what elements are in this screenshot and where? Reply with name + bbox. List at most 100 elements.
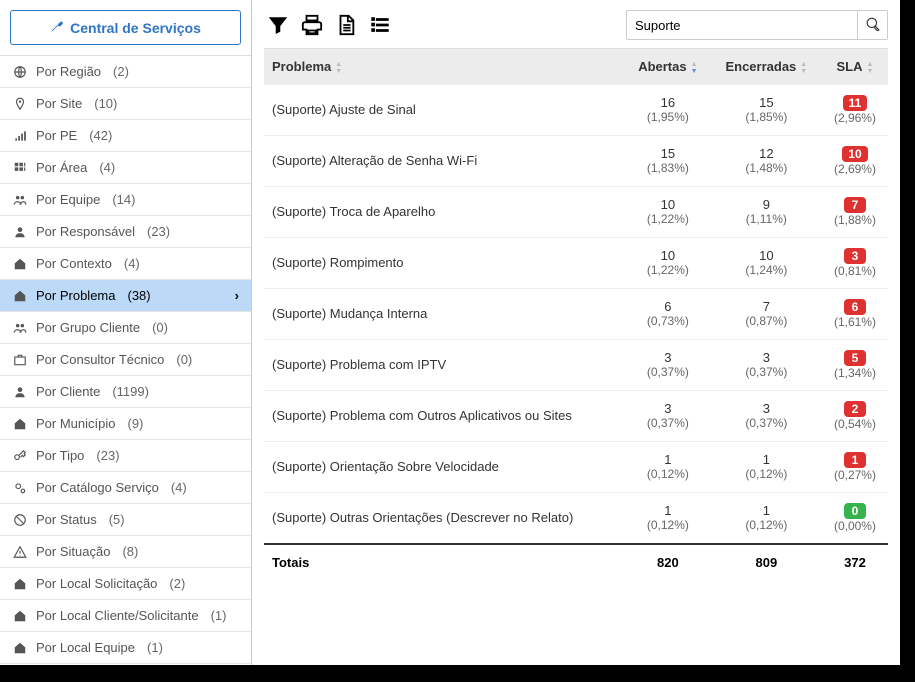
sidebar-item-count: (4)	[124, 256, 140, 271]
sidebar-item-por-pe[interactable]: Por PE(42)	[0, 120, 251, 152]
table-row[interactable]: (Suporte) Ajuste de Sinal16(1,95%)15(1,8…	[264, 85, 888, 136]
sidebar-item-por-site[interactable]: Por Site(10)	[0, 88, 251, 120]
sla-badge: 6	[844, 299, 866, 315]
cell-encerradas: 7(0,87%)	[711, 288, 822, 339]
block-icon	[12, 513, 28, 527]
sidebar-item-count: (23)	[147, 224, 170, 239]
col-sla[interactable]: SLA	[822, 49, 888, 85]
grid-icon	[12, 161, 28, 175]
user-icon	[12, 385, 28, 399]
table-scroll[interactable]: Problema Abertas Encerradas SLA (Suporte…	[264, 48, 888, 665]
cell-encerradas: 3(0,37%)	[711, 390, 822, 441]
cell-sla: 0(0,00%)	[822, 492, 888, 544]
search-button[interactable]	[857, 11, 887, 39]
cell-abertas: 1(0,12%)	[625, 441, 711, 492]
sidebar-item-por-local-cliente-solicitante[interactable]: Por Local Cliente/Solicitante (1)	[0, 600, 251, 632]
table-row[interactable]: (Suporte) Outras Orientações (Descrever …	[264, 492, 888, 544]
totals-label: Totais	[264, 544, 625, 580]
totals-row: Totais 820 809 372	[264, 544, 888, 580]
sidebar-item-por-contexto[interactable]: Por Contexto(4)	[0, 248, 251, 280]
col-abertas[interactable]: Abertas	[625, 49, 711, 85]
sidebar-item-por-situa-o[interactable]: Por Situação(8)	[0, 536, 251, 568]
sidebar-item-label: Por Tipo	[36, 448, 84, 463]
table-row[interactable]: (Suporte) Rompimento10(1,22%)10(1,24%)3(…	[264, 237, 888, 288]
main-panel: Problema Abertas Encerradas SLA (Suporte…	[252, 0, 900, 665]
sidebar-item-label: Por Local Cliente/Solicitante	[36, 608, 199, 623]
table-row[interactable]: (Suporte) Mudança Interna6(0,73%)7(0,87%…	[264, 288, 888, 339]
sidebar-item-por-respons-vel[interactable]: Por Responsável (23)	[0, 216, 251, 248]
home-icon	[12, 289, 28, 303]
sidebar-item-por-rea[interactable]: Por Área(4)	[0, 152, 251, 184]
sidebar-header-button[interactable]: Central de Serviços	[10, 10, 241, 45]
cell-sla: 2(0,54%)	[822, 390, 888, 441]
print-button[interactable]	[298, 11, 326, 39]
sla-badge: 1	[844, 452, 866, 468]
cell-problema: (Suporte) Orientação Sobre Velocidade	[264, 441, 625, 492]
sidebar-item-por-tipo[interactable]: Por Tipo(23)	[0, 440, 251, 472]
sidebar-item-por-status[interactable]: Por Status (5)	[0, 504, 251, 536]
sidebar-item-count: (4)	[99, 160, 115, 175]
sidebar-item-count: (1)	[147, 640, 163, 655]
sidebar-item-por-regi-o[interactable]: Por Região(2)	[0, 56, 251, 88]
search-input[interactable]	[627, 11, 857, 39]
cell-abertas: 16(1,95%)	[625, 85, 711, 136]
document-button[interactable]	[332, 11, 360, 39]
sidebar-item-por-local-equipe[interactable]: Por Local Equipe (1)	[0, 632, 251, 664]
sidebar-item-label: Por Local Solicitação	[36, 576, 157, 591]
sidebar-item-label: Por Responsável	[36, 224, 135, 239]
sidebar-item-count: (4)	[171, 480, 187, 495]
sidebar-item-por-equipe[interactable]: Por Equipe(14)	[0, 184, 251, 216]
table-row[interactable]: (Suporte) Problema com IPTV3(0,37%)3(0,3…	[264, 339, 888, 390]
sidebar-item-count: (1)	[211, 608, 227, 623]
search-box	[626, 10, 888, 40]
sidebar: Central de Serviços Por Região(2)Por Sit…	[0, 0, 252, 665]
sidebar-item-count: (2)	[113, 64, 129, 79]
sidebar-item-por-grupo-cliente[interactable]: Por Grupo Cliente(0)	[0, 312, 251, 344]
cell-problema: (Suporte) Mudança Interna	[264, 288, 625, 339]
cell-problema: (Suporte) Problema com Outros Aplicativo…	[264, 390, 625, 441]
sidebar-item-label: Por Status	[36, 512, 97, 527]
sidebar-item-por-cliente[interactable]: Por Cliente(1199)	[0, 376, 251, 408]
table-row[interactable]: (Suporte) Problema com Outros Aplicativo…	[264, 390, 888, 441]
sidebar-item-label: Por PE	[36, 128, 77, 143]
sidebar-item-por-munic-pio[interactable]: Por Município(9)	[0, 408, 251, 440]
sla-badge: 11	[843, 95, 868, 111]
sidebar-scroll[interactable]: Por Região(2)Por Site(10)Por PE(42)Por Á…	[0, 55, 251, 665]
table-row[interactable]: (Suporte) Troca de Aparelho10(1,22%)9(1,…	[264, 186, 888, 237]
sla-badge: 0	[844, 503, 866, 519]
cell-abertas: 3(0,37%)	[625, 390, 711, 441]
sla-badge: 3	[844, 248, 866, 264]
list-button[interactable]	[366, 11, 394, 39]
sidebar-item-count: (5)	[109, 512, 125, 527]
filter-button[interactable]	[264, 11, 292, 39]
sidebar-item-por-problema[interactable]: Por Problema(38)›	[0, 280, 251, 312]
sidebar-item-label: Por Município	[36, 416, 115, 431]
cell-sla: 11(2,96%)	[822, 85, 888, 136]
home-icon	[12, 609, 28, 623]
cell-problema: (Suporte) Troca de Aparelho	[264, 186, 625, 237]
chevron-right-icon: ›	[235, 288, 239, 303]
sidebar-item-label: Por Local Equipe	[36, 640, 135, 655]
cell-encerradas: 3(0,37%)	[711, 339, 822, 390]
sidebar-item-por-consultor-t-cnico[interactable]: Por Consultor Técnico(0)	[0, 344, 251, 376]
col-encerradas[interactable]: Encerradas	[711, 49, 822, 85]
sidebar-item-count: (0)	[176, 352, 192, 367]
cell-sla: 5(1,34%)	[822, 339, 888, 390]
cell-problema: (Suporte) Alteração de Senha Wi-Fi	[264, 135, 625, 186]
sidebar-item-por-cat-logo-servi-o[interactable]: Por Catálogo Serviço(4)	[0, 472, 251, 504]
cell-sla: 6(1,61%)	[822, 288, 888, 339]
home-icon	[12, 641, 28, 655]
totals-abertas: 820	[625, 544, 711, 580]
sidebar-item-label: Por Situação	[36, 544, 110, 559]
cell-encerradas: 12(1,48%)	[711, 135, 822, 186]
sidebar-item-por-local-solicita-o[interactable]: Por Local Solicitação(2)	[0, 568, 251, 600]
table-row[interactable]: (Suporte) Orientação Sobre Velocidade1(0…	[264, 441, 888, 492]
briefcase-icon	[12, 353, 28, 367]
cell-sla: 3(0,81%)	[822, 237, 888, 288]
sidebar-item-count: (14)	[112, 192, 135, 207]
col-problema[interactable]: Problema	[264, 49, 625, 85]
sidebar-item-count: (0)	[152, 320, 168, 335]
sla-badge: 2	[844, 401, 866, 417]
sidebar-item-count: (38)	[127, 288, 150, 303]
table-row[interactable]: (Suporte) Alteração de Senha Wi-Fi15(1,8…	[264, 135, 888, 186]
